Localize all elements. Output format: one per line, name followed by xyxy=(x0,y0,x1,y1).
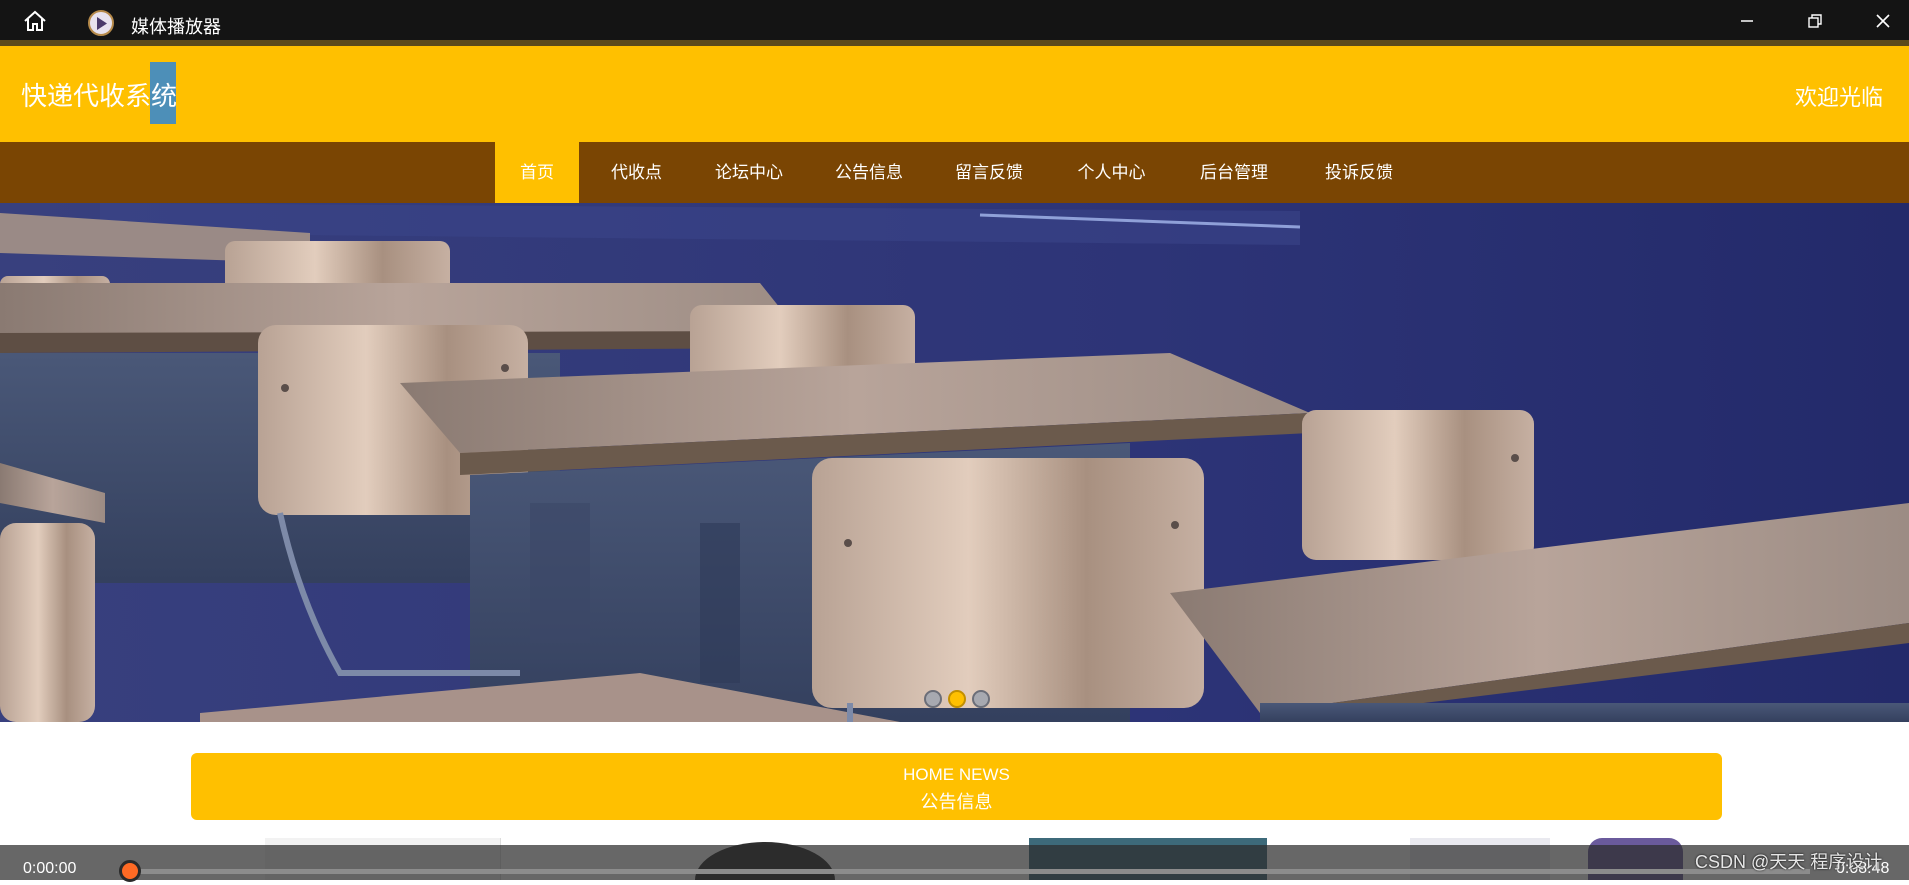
player-controls: 0:00:00 0:08:48 xyxy=(0,845,1909,882)
carousel-dot-2[interactable] xyxy=(948,690,966,708)
seek-bar[interactable] xyxy=(130,869,1810,874)
restore-button[interactable] xyxy=(1795,8,1835,34)
minimize-button[interactable] xyxy=(1727,8,1767,34)
nav-item-messages[interactable]: 留言反馈 xyxy=(934,142,1044,203)
carousel-dot-1[interactable] xyxy=(924,690,942,708)
site-brand[interactable]: 快递代收系统 xyxy=(21,62,178,124)
nav-item-forum[interactable]: 论坛中心 xyxy=(694,142,804,203)
restore-icon xyxy=(1808,14,1822,28)
site-brand-text: 快递代收系统 xyxy=(21,81,178,111)
site-header: 快递代收系统 欢迎光临 xyxy=(0,40,1909,142)
window-title: 媒体播放器 xyxy=(131,17,221,37)
nav-item-announcements[interactable]: 公告信息 xyxy=(804,142,934,203)
section-title-en: HOME NEWS xyxy=(903,765,1010,784)
watermark-text: CSDN @天天 程序设计 xyxy=(1695,852,1883,872)
nav-item-admin[interactable]: 后台管理 xyxy=(1179,142,1289,203)
nav-item-pickup-points[interactable]: 代收点 xyxy=(579,142,694,203)
close-button[interactable] xyxy=(1863,8,1903,34)
minimize-icon xyxy=(1741,20,1753,22)
banner-image xyxy=(0,203,1909,722)
nav-item-profile[interactable]: 个人中心 xyxy=(1044,142,1179,203)
home-icon[interactable] xyxy=(22,10,48,32)
close-icon xyxy=(1876,14,1890,28)
nav-items: 首页 代收点 论坛中心 公告信息 留言反馈 个人中心 后台管理 投诉反馈 xyxy=(495,142,1429,203)
banner-carousel[interactable] xyxy=(0,203,1909,722)
nav-item-home[interactable]: 首页 xyxy=(495,142,579,203)
main-nav: 首页 代收点 论坛中心 公告信息 留言反馈 个人中心 后台管理 投诉反馈 xyxy=(0,142,1909,203)
seek-handle[interactable] xyxy=(119,860,141,882)
section-title-cn: 公告信息 xyxy=(920,792,993,812)
welcome-text: 欢迎光临 xyxy=(1794,85,1883,110)
nav-item-complaints[interactable]: 投诉反馈 xyxy=(1289,142,1429,203)
media-player-icon xyxy=(88,10,114,36)
current-time: 0:00:00 xyxy=(23,860,77,877)
player-titlebar: 媒体播放器 xyxy=(0,0,1909,40)
news-section-heading: HOME NEWS 公告信息 xyxy=(191,753,1722,820)
carousel-indicators xyxy=(924,690,990,708)
carousel-dot-3[interactable] xyxy=(972,690,990,708)
